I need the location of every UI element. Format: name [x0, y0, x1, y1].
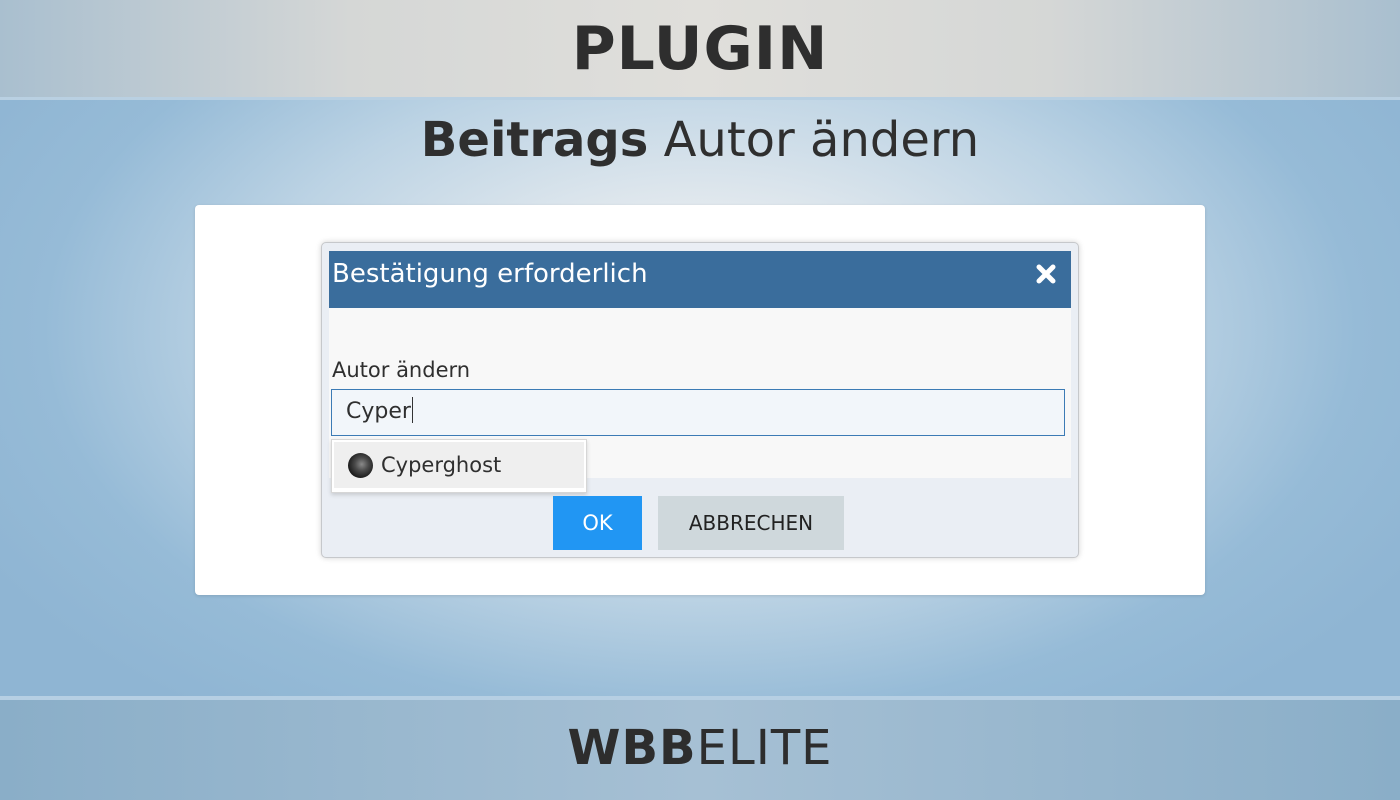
suggestion-dropdown: Cyperghost	[331, 439, 587, 493]
author-field-label: Autor ändern	[332, 358, 471, 382]
brand-bold: WBB	[567, 720, 697, 776]
suggestion-item[interactable]: Cyperghost	[334, 442, 584, 488]
cancel-button[interactable]: ABBRECHEN	[658, 496, 844, 550]
suggestion-label: Cyperghost	[381, 453, 502, 477]
close-icon[interactable]	[1030, 258, 1062, 290]
banner-subtitle: Beitrags Autor ändern	[0, 112, 1400, 168]
subtitle-bold: Beitrags	[420, 112, 649, 168]
banner-title: PLUGIN	[571, 14, 829, 84]
close-icon-glyph	[1036, 264, 1056, 284]
text-caret	[411, 397, 414, 423]
dialog-title: Bestätigung erforderlich	[332, 259, 648, 289]
author-input[interactable]: Cyper	[331, 389, 1065, 436]
avatar	[348, 453, 373, 478]
author-input-value: Cyper	[346, 399, 411, 424]
subtitle-rest: Autor ändern	[663, 112, 980, 168]
brand-logo: WBBELITE	[0, 720, 1400, 776]
ok-button[interactable]: OK	[553, 496, 642, 550]
brand-light: ELITE	[696, 720, 833, 776]
